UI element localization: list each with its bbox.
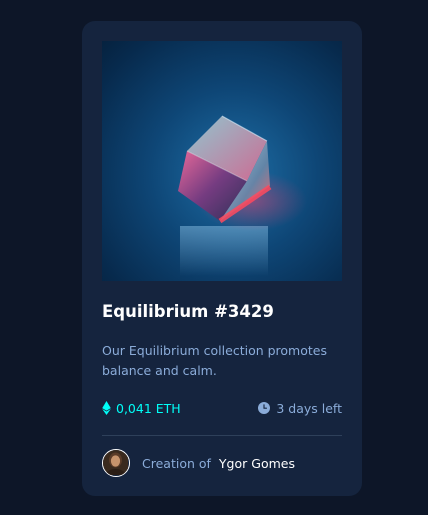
crystal-cube-image	[178, 115, 307, 276]
time-left: 3 days left	[258, 400, 342, 416]
creator-portrait	[103, 450, 128, 475]
nft-title[interactable]: Equilibrium #3429	[102, 302, 274, 321]
ethereum-icon	[102, 401, 111, 415]
nft-card: Equilibrium #3429 Our Equilibrium collec…	[82, 21, 362, 496]
avatar	[102, 449, 130, 477]
time-left-value: 3 days left	[276, 400, 342, 416]
price-value: 0,041 ETH	[116, 400, 181, 416]
clock-icon	[258, 402, 271, 414]
creator-info: Creation of Ygor Gomes	[102, 449, 295, 477]
price: 0,041 ETH	[102, 400, 181, 416]
creation-label: Creation of	[142, 455, 211, 471]
creator-name[interactable]: Ygor Gomes	[219, 456, 295, 471]
nft-image[interactable]	[102, 41, 342, 281]
divider	[102, 435, 342, 436]
nft-description: Our Equilibrium collection promotes bala…	[102, 343, 327, 378]
